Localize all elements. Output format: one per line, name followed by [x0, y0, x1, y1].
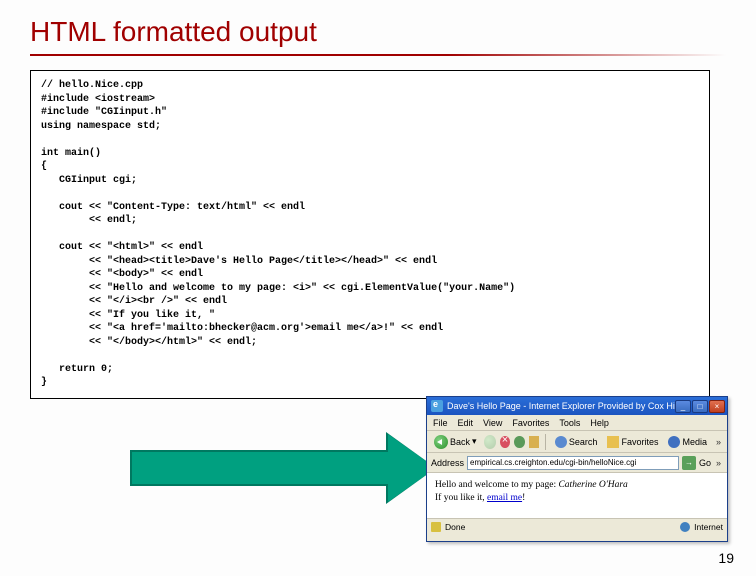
browser-titlebar[interactable]: Dave's Hello Page - Internet Explorer Pr… [427, 397, 727, 415]
done-icon [431, 522, 441, 532]
menubar: File Edit View Favorites Tools Help [427, 415, 727, 431]
star-icon [607, 436, 619, 448]
content-line2-suffix: ! [522, 493, 525, 503]
media-button[interactable]: Media [665, 435, 710, 449]
refresh-button[interactable] [514, 436, 524, 448]
arrow-callout [130, 438, 440, 498]
toolbar-overflow-icon[interactable]: » [714, 437, 723, 447]
email-link[interactable]: email me [487, 493, 522, 503]
toolbar: Back ▾ Search Favorites Media » [427, 431, 727, 453]
content-line1-prefix: Hello and welcome to my page: [435, 480, 558, 490]
code-line: << "<body>" << endl [41, 269, 203, 280]
code-line: int main() [41, 148, 101, 159]
page-number: 19 [718, 550, 734, 566]
back-arrow-icon [434, 435, 448, 449]
menu-tools[interactable]: Tools [559, 418, 580, 428]
status-done-text: Done [445, 522, 465, 532]
code-line: CGIinput cgi; [41, 175, 137, 186]
code-line: return 0; [41, 364, 113, 375]
address-bar: Address → Go » [427, 453, 727, 473]
search-label: Search [569, 437, 598, 447]
arrow-shaft [130, 450, 390, 486]
code-line: using namespace std; [41, 121, 161, 132]
code-line: << "<a href='mailto:bhecker@acm.org'>ema… [41, 323, 443, 334]
code-line: } [41, 377, 47, 388]
window-buttons: _ □ × [675, 400, 725, 413]
stop-button[interactable] [500, 436, 510, 448]
search-icon [555, 436, 567, 448]
chevron-down-icon: ▾ [472, 436, 477, 447]
go-label: Go [699, 458, 711, 468]
search-button[interactable]: Search [552, 435, 601, 449]
code-line: { [41, 161, 47, 172]
media-label: Media [682, 437, 707, 447]
title-underline [30, 54, 726, 56]
address-input[interactable] [467, 456, 679, 470]
content-line2-prefix: If you like it, [435, 493, 487, 503]
browser-title-text: Dave's Hello Page - Internet Explorer Pr… [447, 401, 675, 411]
browser-content: Hello and welcome to my page: Catherine … [427, 473, 727, 519]
minimize-button[interactable]: _ [675, 400, 691, 413]
code-line: << "<head><title>Dave's Hello Page</titl… [41, 256, 437, 267]
go-button[interactable]: → [682, 456, 696, 470]
status-bar: Done Internet [427, 519, 727, 535]
code-line: // hello.Nice.cpp [41, 80, 143, 91]
ie-icon [431, 400, 443, 412]
code-line: << "</body></html>" << endl; [41, 337, 257, 348]
code-listing: // hello.Nice.cpp #include <iostream> #i… [30, 70, 710, 399]
back-label: Back [450, 437, 470, 447]
favorites-label: Favorites [621, 437, 658, 447]
status-zone-text: Internet [694, 522, 723, 532]
maximize-button[interactable]: □ [692, 400, 708, 413]
code-line: << "If you like it, " [41, 310, 215, 321]
internet-zone-icon [680, 522, 690, 532]
menu-favorites[interactable]: Favorites [512, 418, 549, 428]
code-line: cout << "Content-Type: text/html" << end… [41, 202, 305, 213]
menu-view[interactable]: View [483, 418, 502, 428]
code-line: cout << "<html>" << endl [41, 242, 203, 253]
media-icon [668, 436, 680, 448]
browser-window: Dave's Hello Page - Internet Explorer Pr… [426, 396, 728, 542]
slide-title: HTML formatted output [30, 16, 726, 48]
address-label: Address [431, 458, 464, 468]
code-line: << "</i><br />" << endl [41, 296, 227, 307]
back-button[interactable]: Back ▾ [431, 434, 480, 450]
code-line: #include <iostream> [41, 94, 155, 105]
content-name-italic: Catherine O'Hara [558, 480, 627, 490]
favorites-button[interactable]: Favorites [604, 435, 661, 449]
close-button[interactable]: × [709, 400, 725, 413]
menu-edit[interactable]: Edit [458, 418, 474, 428]
code-line: << "Hello and welcome to my page: <i>" <… [41, 283, 515, 294]
addrbar-overflow-icon[interactable]: » [714, 458, 723, 468]
code-line: << endl; [41, 215, 137, 226]
toolbar-separator [545, 434, 546, 450]
slide: HTML formatted output // hello.Nice.cpp … [0, 0, 756, 576]
menu-help[interactable]: Help [590, 418, 609, 428]
home-button[interactable] [529, 436, 539, 448]
code-line: #include "CGIinput.h" [41, 107, 167, 118]
menu-file[interactable]: File [433, 418, 448, 428]
forward-button[interactable] [484, 435, 496, 449]
